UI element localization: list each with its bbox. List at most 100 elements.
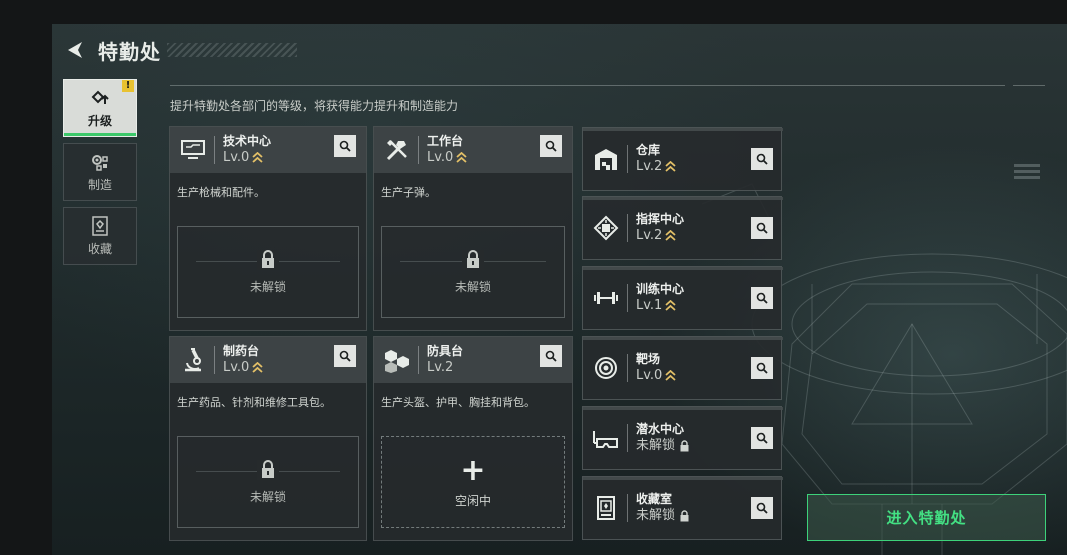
inspect-button[interactable]: [751, 217, 773, 239]
header-separator: [627, 145, 628, 173]
search-icon: [756, 362, 768, 374]
facility-name: 指挥中心: [636, 212, 685, 226]
plus-icon: +: [460, 452, 486, 488]
workshop-card-workbench[interactable]: 工作台 Lv.0 生产子弹。 未解锁: [373, 126, 573, 331]
sidebar: ! 升级 制造 收藏: [63, 79, 137, 271]
tools-icon: [382, 135, 412, 165]
facility-card-command-center[interactable]: 指挥中心 Lv.2: [582, 196, 783, 260]
upgrade-available-icon: [665, 369, 676, 381]
lock-icon: [262, 249, 274, 268]
workshop-name: 防具台: [427, 344, 464, 358]
lock-status: 未解锁: [249, 279, 286, 294]
locked-slot: 未解锁: [381, 226, 565, 318]
header-separator: [627, 424, 628, 452]
idle-slot[interactable]: + 空闲中: [381, 436, 565, 528]
collection-icon: [92, 215, 108, 236]
card-header: 制药台 Lv.0: [170, 337, 366, 383]
workshop-description: 生产头盔、护甲、胸挂和背包。: [381, 396, 535, 409]
facility-card-training-center[interactable]: 训练中心 Lv.1: [582, 266, 783, 330]
search-icon: [545, 350, 557, 362]
inspect-button[interactable]: [751, 427, 773, 449]
enter-button-label: 进入特勤处: [886, 509, 967, 527]
tab-upgrade-label: 升级: [87, 113, 112, 128]
page-title: 特勤处: [98, 39, 161, 64]
workshop-name: 技术中心: [223, 134, 272, 148]
inspect-button[interactable]: [751, 148, 773, 170]
header-separator: [418, 136, 419, 164]
header-separator: [214, 346, 215, 374]
inspect-button[interactable]: [334, 345, 356, 367]
tab-upgrade[interactable]: ! 升级: [63, 79, 137, 137]
idle-status: 空闲中: [454, 493, 491, 508]
notification-badge: !: [122, 80, 134, 92]
inspect-button[interactable]: [751, 357, 773, 379]
chip-icon: [591, 213, 621, 243]
facility-card-diving-center[interactable]: 潜水中心 未解锁: [582, 406, 783, 470]
inspect-button[interactable]: [751, 287, 773, 309]
facility-name: 仓库: [636, 143, 661, 157]
upgrade-available-icon: [665, 160, 676, 172]
search-icon: [756, 502, 768, 514]
workshop-description: 生产药品、针剂和维修工具包。: [177, 396, 331, 409]
card-header: 工作台 Lv.0: [374, 127, 572, 173]
inspect-button[interactable]: [540, 345, 562, 367]
lock-icon: [467, 249, 479, 268]
facility-level: Lv.2: [636, 159, 663, 174]
search-icon: [756, 292, 768, 304]
workshop-name: 工作台: [427, 134, 464, 148]
search-icon: [756, 432, 768, 444]
letterbox-top: [0, 0, 1067, 24]
header: 特勤处: [62, 36, 297, 64]
header-divider-right: [1013, 85, 1045, 86]
diving-mask-icon: [591, 423, 621, 453]
inspect-button[interactable]: [751, 497, 773, 519]
armor-icon: [382, 345, 412, 375]
header-separator: [627, 284, 628, 312]
workshop-level: Lv.0: [223, 360, 250, 375]
facility-level: Lv.2: [636, 228, 663, 243]
header-divider: [170, 85, 1005, 86]
dumbbell-icon: [591, 283, 621, 313]
header-separator: [627, 214, 628, 242]
search-icon: [756, 153, 768, 165]
upgrade-icon: [91, 90, 109, 104]
search-icon: [545, 140, 557, 152]
upgrade-available-icon: [252, 361, 263, 373]
facility-status: 未解锁: [636, 438, 676, 453]
workshop-card-tech-center[interactable]: 技术中心 Lv.0 生产枪械和配件。 未解锁: [169, 126, 367, 331]
workshop-name: 制药台: [223, 344, 260, 358]
lock-icon: [680, 509, 689, 521]
lock-status: 未解锁: [454, 279, 491, 294]
back-button[interactable]: [62, 37, 88, 63]
tab-craft[interactable]: 制造: [63, 143, 137, 201]
header-separator: [627, 494, 628, 522]
warehouse-icon: [591, 144, 621, 174]
tab-collection[interactable]: 收藏: [63, 207, 137, 265]
upgrade-available-icon: [456, 151, 467, 163]
lock-status: 未解锁: [249, 489, 286, 504]
workshop-card-armor-bench[interactable]: 防具台 Lv.2 生产头盔、护甲、胸挂和背包。 + 空闲中: [373, 336, 573, 541]
locked-slot: 未解锁: [177, 226, 359, 318]
workshop-level: Lv.0: [427, 150, 454, 165]
facility-name: 潜水中心: [636, 422, 685, 436]
target-icon: [591, 353, 621, 383]
facility-status: 未解锁: [636, 508, 676, 523]
enter-special-ops-button[interactable]: 进入特勤处: [807, 494, 1046, 541]
facility-card-warehouse[interactable]: 仓库 Lv.2: [582, 127, 783, 191]
workshop-level: Lv.0: [223, 150, 250, 165]
inspect-button[interactable]: [540, 135, 562, 157]
inspect-button[interactable]: [334, 135, 356, 157]
workshop-description: 生产子弹。: [381, 186, 436, 199]
card-header: 技术中心 Lv.0: [170, 127, 366, 173]
facility-name: 收藏室: [636, 492, 673, 506]
workshop-card-pharmacy[interactable]: 制药台 Lv.0 生产药品、针剂和维修工具包。 未解锁: [169, 336, 367, 541]
workshop-level: Lv.2: [427, 360, 454, 375]
title-decoration: [167, 43, 297, 57]
gears-icon: [92, 154, 108, 171]
facility-card-collection-room[interactable]: 收藏室 未解锁: [582, 476, 783, 540]
facility-name: 靶场: [636, 352, 661, 366]
lock-icon: [262, 459, 274, 478]
facility-card-shooting-range[interactable]: 靶场 Lv.0: [582, 336, 783, 400]
lock-icon: [680, 439, 689, 451]
section-subtitle: 提升特勤处各部门的等级，将获得能力提升和制造能力: [170, 99, 459, 113]
